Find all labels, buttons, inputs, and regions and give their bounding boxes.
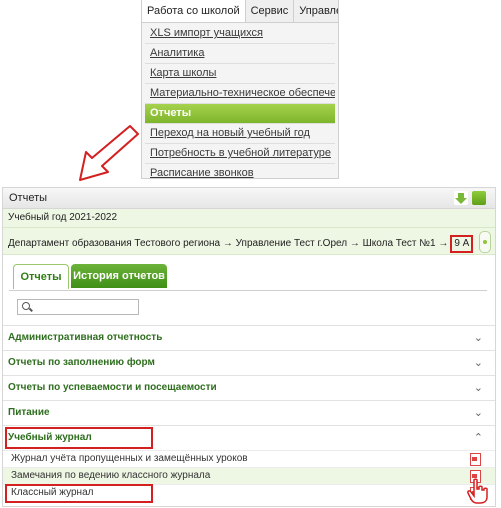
tabs-area: Отчеты История отчетов xyxy=(3,255,495,325)
breadcrumb-class[interactable]: 9 А xyxy=(450,235,474,253)
download-icon[interactable] xyxy=(454,191,468,205)
tab-bar: Отчеты История отчетов xyxy=(9,262,487,291)
breadcrumb: Департамент образования Тестового регион… xyxy=(3,228,495,255)
menu-tabs: Работа со школой Сервис Управлен xyxy=(142,0,338,23)
red-arrow-icon xyxy=(79,125,139,181)
reports-panel: Отчеты Учебный год 2021-2022 Департамент… xyxy=(2,187,496,507)
section-label: Отчеты по заполнению форм xyxy=(8,357,155,368)
tab-report-history[interactable]: История отчетов xyxy=(71,264,167,288)
report-item-label: Журнал учёта пропущенных и замещённых ур… xyxy=(11,453,248,464)
menu-item-bell-schedule[interactable]: Расписание звонков xyxy=(145,164,335,178)
section-performance-attendance[interactable]: Отчеты по успеваемости и посещаемости ⌄ xyxy=(3,375,495,400)
school-year: Учебный год 2021-2022 xyxy=(3,209,495,228)
section-admin-reporting[interactable]: Административная отчетность ⌄ xyxy=(3,325,495,350)
report-item-label: Замечания по ведению классного журнала xyxy=(11,470,211,481)
section-nutrition[interactable]: Питание ⌄ xyxy=(3,400,495,425)
breadcrumb-path-text: Департамент образования Тестового регион… xyxy=(8,238,449,249)
school-menu: Работа со школой Сервис Управлен XLS имп… xyxy=(141,0,339,179)
menu-item-school-map[interactable]: Карта школы xyxy=(145,64,335,84)
search-icon xyxy=(22,302,30,310)
maximize-icon[interactable] xyxy=(472,191,486,205)
panel-header: Отчеты xyxy=(3,188,495,209)
menu-item-reports[interactable]: Отчеты xyxy=(145,104,335,124)
section-label: Административная отчетность xyxy=(8,332,163,343)
menu-tab-management[interactable]: Управлен xyxy=(294,0,338,22)
highlight-box xyxy=(5,484,153,503)
menu-item-equipment[interactable]: Материально-техническое обеспечение xyxy=(145,84,335,104)
scroll-handle[interactable] xyxy=(479,231,491,253)
section-form-filling[interactable]: Отчеты по заполнению форм ⌄ xyxy=(3,350,495,375)
report-item-missed-lessons[interactable]: Журнал учёта пропущенных и замещённых ур… xyxy=(3,450,495,467)
section-class-journal[interactable]: Учебный журнал ⌃ xyxy=(3,425,495,450)
pdf-icon[interactable] xyxy=(470,453,481,466)
chevron-down-icon[interactable]: ⌄ xyxy=(474,401,483,425)
chevron-up-icon[interactable]: ⌃ xyxy=(474,426,483,450)
search-input[interactable] xyxy=(17,299,139,315)
menu-tab-school[interactable]: Работа со школой xyxy=(142,0,246,22)
chevron-down-icon[interactable]: ⌄ xyxy=(474,351,483,375)
section-label: Питание xyxy=(8,407,50,418)
section-label: Отчеты по успеваемости и посещаемости xyxy=(8,382,217,393)
report-item-class-journal[interactable]: Классный журнал xyxy=(3,484,495,503)
menu-list: XLS импорт учащихся Аналитика Карта школ… xyxy=(142,23,338,178)
hand-cursor-icon xyxy=(467,478,488,504)
menu-item-xls-import[interactable]: XLS импорт учащихся xyxy=(145,24,335,44)
panel-title: Отчеты xyxy=(9,192,48,204)
section-label: Учебный журнал xyxy=(8,432,92,443)
menu-tab-service[interactable]: Сервис xyxy=(246,0,295,22)
chevron-down-icon[interactable]: ⌄ xyxy=(474,376,483,400)
menu-item-literature[interactable]: Потребность в учебной литературе xyxy=(145,144,335,164)
menu-item-analytics[interactable]: Аналитика xyxy=(145,44,335,64)
breadcrumb-path: Департамент образования Тестового регион… xyxy=(8,235,474,253)
report-item-journal-remarks[interactable]: Замечания по ведению классного журнала xyxy=(3,467,495,484)
tab-reports[interactable]: Отчеты xyxy=(13,264,69,289)
chevron-down-icon[interactable]: ⌄ xyxy=(474,326,483,350)
menu-item-new-year[interactable]: Переход на новый учебный год xyxy=(145,124,335,144)
